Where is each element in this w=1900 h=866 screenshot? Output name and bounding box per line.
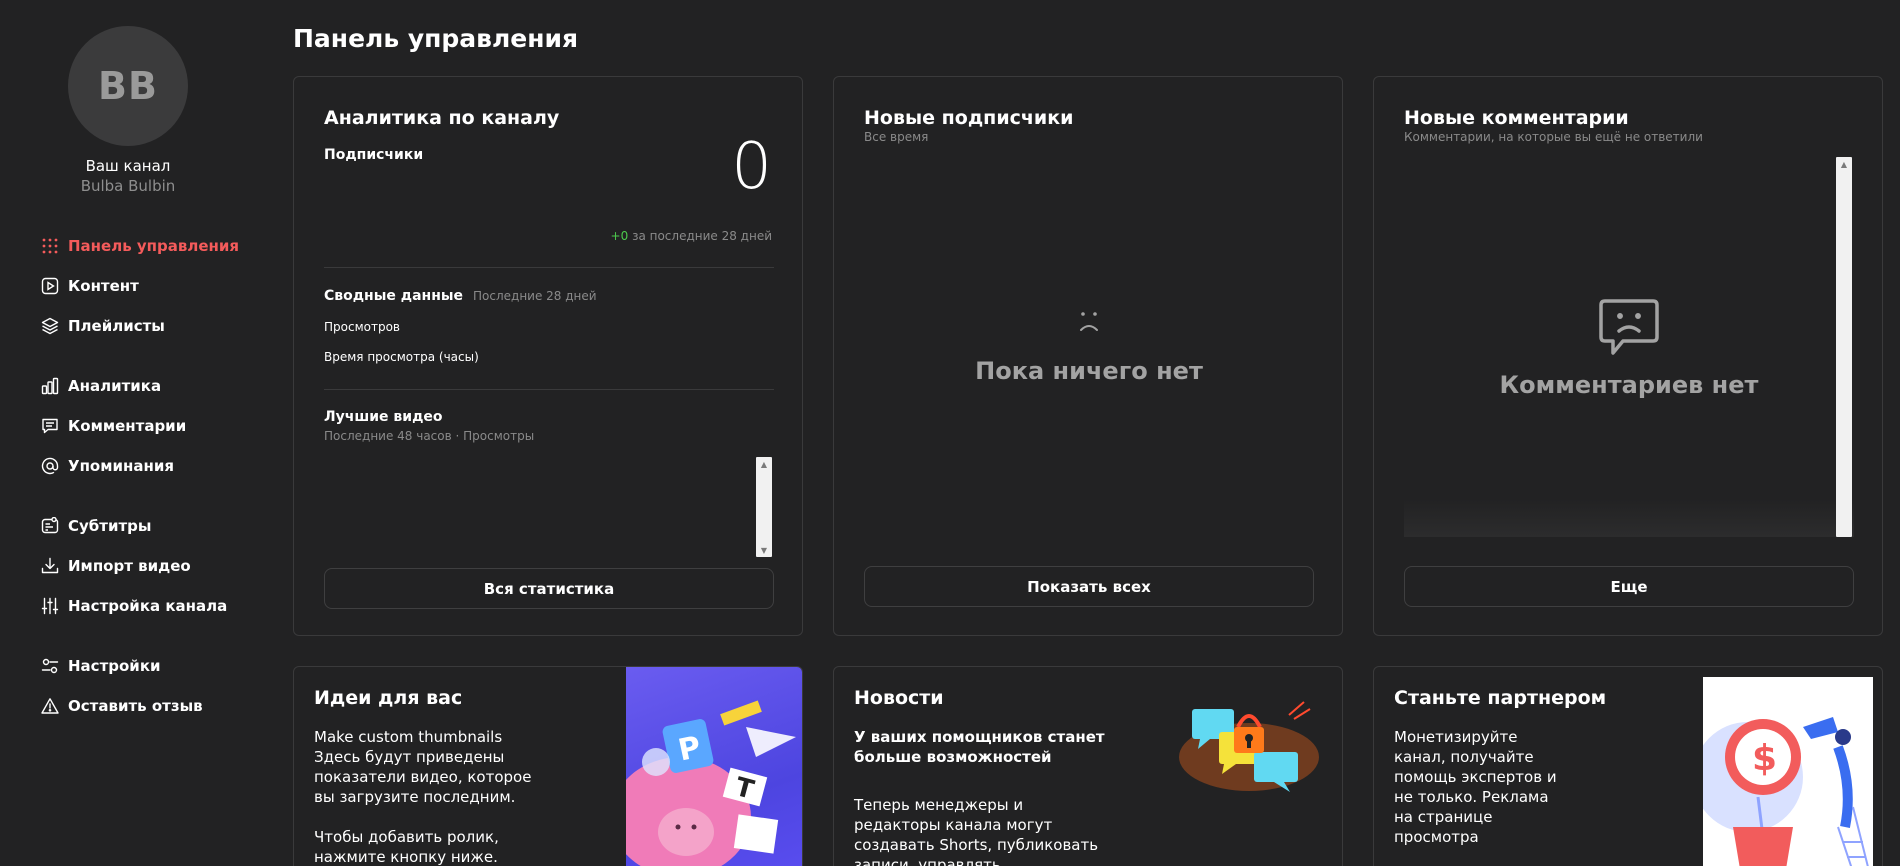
partner-illustration: $ [1693, 677, 1873, 866]
delta-value: +0 [610, 229, 629, 243]
sidebar-item-subtitles[interactable]: Субтитры [40, 513, 151, 539]
partner-body: Монетизируйте канал, получайте помощь эк… [1394, 728, 1557, 846]
best-videos-scrollbar[interactable]: ▲ ▼ [756, 457, 772, 557]
sidebar-item-feedback[interactable]: Оставить отзыв [40, 693, 203, 719]
sidebar-item-dashboard[interactable]: Панель управления [40, 233, 239, 259]
news-headline: У ваших помощников станет больше возможн… [854, 728, 1105, 766]
at-sign-icon [40, 456, 60, 476]
sidebar-item-label: Субтитры [68, 517, 152, 535]
play-square-icon [40, 276, 60, 296]
ideas-text: Make custom thumbnails Здесь будут приве… [314, 727, 534, 866]
scroll-up-arrow-icon[interactable]: ▲ [1836, 157, 1852, 171]
sidebar-item-mentions[interactable]: Упоминания [40, 453, 174, 479]
subtitles-icon [40, 516, 60, 536]
sliders-icon [40, 596, 60, 616]
divider [324, 267, 774, 268]
scroll-down-arrow-icon[interactable]: ▼ [756, 543, 772, 557]
summary-header: Сводные данные Последние 28 дней [324, 288, 597, 304]
divider [324, 389, 774, 390]
bar-chart-icon [40, 376, 60, 396]
layers-icon [40, 316, 60, 336]
summary-period: Последние 28 дней [473, 289, 597, 303]
sidebar-item-analytics[interactable]: Аналитика [40, 373, 161, 399]
sad-comment-icon [1597, 295, 1661, 363]
channel-avatar[interactable]: BB [68, 26, 188, 146]
sidebar-item-playlists[interactable]: Плейлисты [40, 313, 165, 339]
ideas-illustration: P T [626, 667, 802, 866]
views-label: Просмотров [324, 320, 400, 334]
watch-time-label: Время просмотра (часы) [324, 350, 479, 364]
new-comments-card: Новые комментарии Комментарии, на которы… [1373, 76, 1883, 636]
ideas-body: Здесь будут приведены показатели видео, … [314, 748, 532, 806]
ideas-line: Make custom thumbnails [314, 728, 503, 746]
sidebar-item-settings[interactable]: Настройки [40, 653, 161, 679]
warning-triangle-icon [40, 696, 60, 716]
empty-state: Комментариев нет [1374, 295, 1882, 399]
sidebar-item-label: Оставить отзыв [68, 697, 203, 715]
subscribers-count: 0 [731, 130, 772, 204]
empty-text: Пока ничего нет [975, 357, 1203, 385]
sidebar-item-label: Контент [68, 277, 139, 295]
show-all-subscribers-button[interactable]: Показать всех [864, 566, 1314, 607]
sidebar-item-import[interactable]: Импорт видео [40, 553, 191, 579]
sidebar-item-label: Настройки [68, 657, 161, 675]
grid-dots-icon [40, 236, 60, 256]
partner-card: Станьте партнером Монетизируйте канал, п… [1373, 666, 1883, 866]
news-body: Теперь менеджеры и редакторы канала могу… [854, 796, 1099, 866]
sidebar-item-label: Аналитика [68, 377, 162, 395]
card-title: Новости [854, 687, 944, 709]
comment-icon [40, 416, 60, 436]
sidebar-item-label: Упоминания [68, 457, 174, 475]
card-title: Новые комментарии [1404, 107, 1629, 129]
sidebar-item-comments[interactable]: Комментарии [40, 413, 186, 439]
svg-text:$: $ [1752, 738, 1777, 779]
sidebar-item-label: Плейлисты [68, 317, 165, 335]
all-stats-button[interactable]: Вся статистика [324, 568, 774, 609]
sad-face-icon [1074, 309, 1104, 339]
more-comments-button[interactable]: Еще [1404, 566, 1854, 607]
avatar-initials: BB [98, 64, 158, 108]
ideas-card: Идеи для вас Make custom thumbnails Здес… [293, 666, 803, 866]
summary-title: Сводные данные [324, 288, 464, 304]
sidebar-item-label: Панель управления [68, 237, 240, 255]
new-subscribers-card: Новые подписчики Все время Пока ничего н… [833, 76, 1343, 636]
best-videos-subtitle: Последние 48 часов · Просмотры [324, 429, 535, 443]
sidebar-item-channel-customization[interactable]: Настройка канала [40, 593, 227, 619]
news-card: Новости У ваших помощников станет больше… [833, 666, 1343, 866]
card-subtitle: Комментарии, на которые вы ещё не ответи… [1404, 130, 1703, 144]
subscribers-label: Подписчики [324, 147, 424, 163]
empty-state: Пока ничего нет [834, 309, 1342, 385]
delta-period: за последние 28 дней [632, 229, 772, 243]
card-title: Идеи для вас [314, 687, 463, 709]
empty-text: Комментариев нет [1499, 371, 1759, 399]
card-subtitle: Все время [864, 130, 929, 144]
studio-dashboard: BB Ваш канал Bulba Bulbin Панель управле… [0, 0, 1900, 866]
page-title: Панель управления [293, 24, 579, 53]
news-illustration [1164, 697, 1334, 807]
best-videos-title: Лучшие видео [324, 409, 443, 425]
channel-handle[interactable]: Bulba Bulbin [0, 177, 256, 195]
sidebar-item-label: Настройка канала [68, 597, 228, 615]
scroll-up-arrow-icon[interactable]: ▲ [756, 457, 772, 471]
ideas-body-2: Чтобы добавить ролик, нажмите кнопку ниж… [314, 828, 499, 866]
card-title: Новые подписчики [864, 107, 1074, 129]
channel-label: Ваш канал [85, 157, 171, 175]
card-title: Станьте партнером [1394, 687, 1607, 709]
sidebar: BB Ваш канал Bulba Bulbin Панель управле… [0, 0, 256, 866]
subscribers-delta: +0 за последние 28 дней [611, 229, 772, 243]
card-title: Аналитика по каналу [324, 107, 560, 129]
sidebar-item-label: Комментарии [68, 417, 187, 435]
settings-toggle-icon [40, 656, 60, 676]
sidebar-item-content[interactable]: Контент [40, 273, 139, 299]
download-icon [40, 556, 60, 576]
channel-analytics-card: Аналитика по каналу Подписчики 0 +0 за п… [293, 76, 803, 636]
sidebar-item-label: Импорт видео [68, 557, 191, 575]
